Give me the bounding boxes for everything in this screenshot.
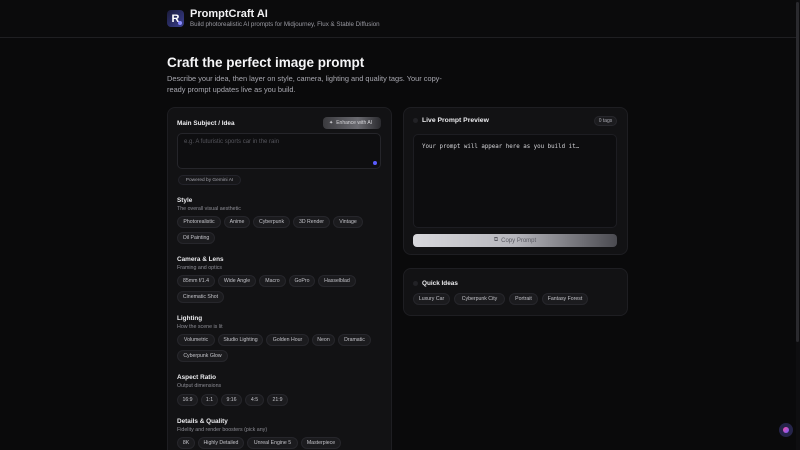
camera-label: Camera & Lens bbox=[177, 256, 224, 263]
chip-aspect-4-5[interactable]: 4:5 bbox=[245, 394, 264, 406]
copy-prompt-label: Copy Prompt bbox=[501, 237, 537, 244]
chip-lighting-neon[interactable]: Neon bbox=[312, 334, 335, 346]
lighting-description: How the scene is lit bbox=[177, 324, 223, 330]
chip-style-photorealistic[interactable]: Photorealistic bbox=[177, 216, 221, 228]
enhance-label: Enhance with AI bbox=[336, 120, 373, 126]
aspect-description: Output dimensions bbox=[177, 383, 222, 389]
chip-lighting-studio[interactable]: Studio Lighting bbox=[218, 334, 263, 346]
aspect-label: Aspect Ratio bbox=[177, 374, 217, 381]
lighting-label: Lighting bbox=[177, 315, 203, 322]
chip-detail-highly-detailed[interactable]: Highly Detailed bbox=[198, 437, 244, 449]
page-title: Craft the perfect image prompt bbox=[167, 55, 365, 70]
chip-camera-wide-angle[interactable]: Wide Angle bbox=[218, 275, 256, 287]
scrollbar-thumb[interactable] bbox=[796, 2, 799, 342]
app-header bbox=[0, 0, 800, 38]
subject-input[interactable]: e.g. A futuristic sports car in the rain bbox=[177, 133, 381, 169]
chip-lighting-cyberpunk-glow[interactable]: Cyberpunk Glow bbox=[177, 350, 228, 362]
powered-by-badge: Powered by Gemini AI bbox=[178, 175, 241, 185]
idea-luxury-car[interactable]: Luxury Car bbox=[413, 293, 450, 305]
chip-lighting-dramatic[interactable]: Dramatic bbox=[338, 334, 371, 346]
chip-detail-masterpiece[interactable]: Masterpiece bbox=[301, 437, 341, 449]
details-description: Fidelity and render boosters (pick any) bbox=[177, 427, 268, 433]
copy-icon: ⧉ bbox=[493, 237, 499, 243]
chip-aspect-21-9[interactable]: 21:9 bbox=[267, 394, 288, 406]
chip-style-cyberpunk[interactable]: Cyberpunk bbox=[253, 216, 290, 228]
lightbulb-icon bbox=[413, 281, 418, 286]
chip-style-oil-painting[interactable]: Oil Painting bbox=[177, 232, 215, 244]
wand-icon: ✦ bbox=[329, 120, 334, 126]
details-label: Details & Quality bbox=[177, 418, 228, 425]
app-subtitle: Build photorealistic AI prompts for Midj… bbox=[190, 21, 380, 28]
preview-status-icon bbox=[413, 118, 418, 123]
prompt-preview-output[interactable]: Your prompt will appear here as you buil… bbox=[413, 134, 617, 228]
chip-camera-cinematic-shot[interactable]: Cinematic Shot bbox=[177, 291, 224, 303]
idea-cyberpunk-city[interactable]: Cyberpunk City bbox=[454, 293, 505, 305]
chip-aspect-1-1[interactable]: 1:1 bbox=[201, 394, 218, 406]
chip-style-anime[interactable]: Anime bbox=[224, 216, 250, 228]
preview-title: Live Prompt Preview bbox=[422, 117, 489, 124]
chip-camera-hasselblad[interactable]: Hasselblad bbox=[318, 275, 356, 287]
subject-label: Main Subject / Idea bbox=[177, 120, 235, 127]
tag-count-badge: 0 tags bbox=[594, 116, 617, 126]
assistant-icon bbox=[783, 427, 789, 433]
logo-dot bbox=[178, 21, 182, 25]
quick-ideas-panel bbox=[403, 268, 628, 316]
app-title: PromptCraft AI bbox=[190, 8, 268, 20]
chip-camera-macro[interactable]: Macro bbox=[259, 275, 286, 287]
idea-portrait[interactable]: Portrait bbox=[509, 293, 538, 305]
chip-aspect-16-9[interactable]: 16:9 bbox=[177, 394, 198, 406]
app-logo: R bbox=[167, 10, 184, 27]
chip-style-3d-render[interactable]: 3D Render bbox=[293, 216, 330, 228]
chip-detail-8k[interactable]: 8K bbox=[177, 437, 195, 449]
chip-lighting-volumetric[interactable]: Volumetric bbox=[177, 334, 215, 346]
style-description: The overall visual aesthetic bbox=[177, 206, 241, 212]
chip-lighting-golden-hour[interactable]: Golden Hour bbox=[266, 334, 309, 346]
camera-description: Framing and optics bbox=[177, 265, 223, 271]
prompt-preview-text: Your prompt will appear here as you buil… bbox=[422, 144, 580, 150]
page-description: Describe your idea, then layer on style,… bbox=[167, 74, 442, 94]
chip-style-vintage[interactable]: Vintage bbox=[333, 216, 363, 228]
style-label: Style bbox=[177, 197, 193, 204]
copy-prompt-button[interactable]: ⧉ Copy Prompt bbox=[413, 234, 617, 247]
chip-camera-gopro[interactable]: GoPro bbox=[289, 275, 315, 287]
subject-placeholder: e.g. A futuristic sports car in the rain bbox=[184, 139, 280, 145]
chip-aspect-9-16[interactable]: 9:16 bbox=[221, 394, 242, 406]
quick-ideas-title: Quick Ideas bbox=[422, 280, 458, 287]
enhance-button[interactable]: ✦ Enhance with AI bbox=[323, 117, 381, 129]
floating-assistant-button[interactable] bbox=[779, 423, 793, 437]
chip-detail-unreal-engine[interactable]: Unreal Engine 5 bbox=[247, 437, 298, 449]
resize-handle-icon bbox=[373, 161, 377, 165]
idea-fantasy-forest[interactable]: Fantasy Forest bbox=[542, 293, 588, 305]
chip-camera-85mm[interactable]: 85mm f/1.4 bbox=[177, 275, 215, 287]
